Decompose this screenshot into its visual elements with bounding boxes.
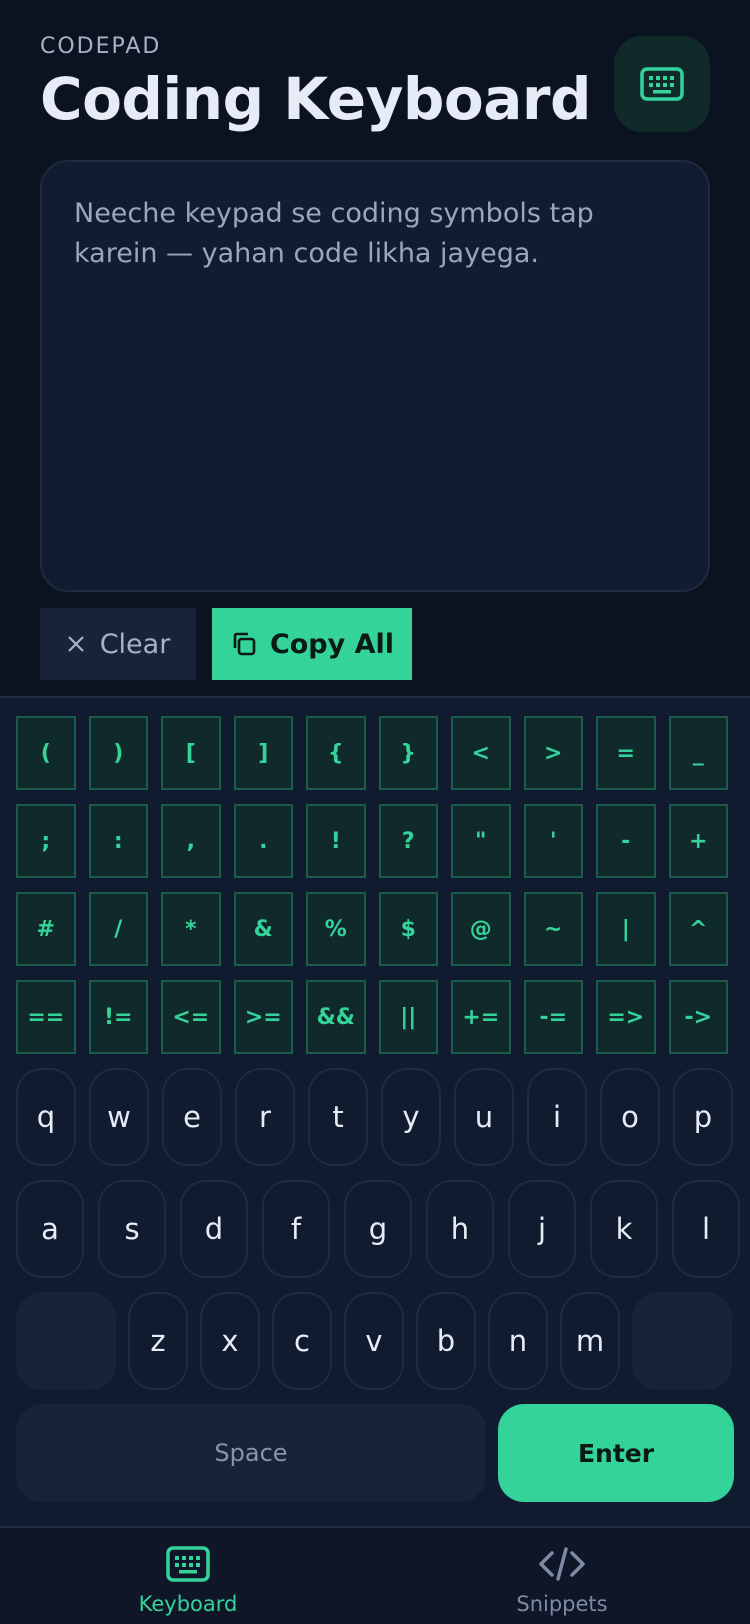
space-key[interactable]: Space xyxy=(16,1404,486,1502)
letter-key[interactable]: v xyxy=(344,1292,404,1390)
letter-key[interactable]: a xyxy=(16,1180,84,1278)
letter-key[interactable]: i xyxy=(527,1068,587,1166)
letter-key[interactable]: r xyxy=(235,1068,295,1166)
symbol-key[interactable]: " xyxy=(451,804,511,878)
symbol-key[interactable]: + xyxy=(668,804,728,878)
symbol-key[interactable]: < xyxy=(451,716,511,790)
backspace-key[interactable] xyxy=(632,1292,732,1390)
keyboard-icon xyxy=(166,1546,210,1582)
code-editor[interactable]: Neeche keypad se coding symbols tap kare… xyxy=(40,160,710,592)
clear-label: Clear xyxy=(99,628,171,660)
symbol-key[interactable]: - xyxy=(596,804,656,878)
letter-key[interactable]: o xyxy=(600,1068,660,1166)
letter-key[interactable]: b xyxy=(416,1292,476,1390)
symbol-key[interactable]: / xyxy=(88,892,148,966)
symbol-key[interactable]: $ xyxy=(378,892,438,966)
letter-key[interactable]: y xyxy=(381,1068,441,1166)
bottom-nav: Keyboard Snippets xyxy=(0,1526,750,1624)
symbol-key[interactable]: } xyxy=(378,716,438,790)
symbol-key[interactable]: ( xyxy=(16,716,76,790)
brand-label: CODEPAD xyxy=(40,34,162,59)
symbol-key[interactable]: ^ xyxy=(668,892,728,966)
symbol-key[interactable]: ! xyxy=(306,804,366,878)
symbol-key[interactable]: _ xyxy=(668,716,728,790)
symbol-key[interactable]: > xyxy=(523,716,583,790)
symbol-key[interactable]: = xyxy=(596,716,656,790)
letter-key[interactable]: g xyxy=(344,1180,412,1278)
symbol-key[interactable]: <= xyxy=(161,980,221,1054)
app: CODEPAD Coding Keyboard Neeche keypad se… xyxy=(0,0,750,1624)
letter-key[interactable]: f xyxy=(262,1180,330,1278)
letter-key[interactable]: w xyxy=(89,1068,149,1166)
symbol-key[interactable]: % xyxy=(306,892,366,966)
symbol-key[interactable]: && xyxy=(306,980,366,1054)
enter-key[interactable]: Enter xyxy=(498,1404,734,1502)
letter-key[interactable]: p xyxy=(673,1068,733,1166)
letter-key[interactable]: h xyxy=(426,1180,494,1278)
symbol-key[interactable]: @ xyxy=(451,892,511,966)
symbol-key[interactable]: ' xyxy=(523,804,583,878)
letter-row-3: z x c v b n m xyxy=(16,1292,732,1390)
nav-label-keyboard: Keyboard xyxy=(138,1592,238,1616)
symbol-key[interactable]: * xyxy=(161,892,221,966)
symbol-key[interactable]: -> xyxy=(668,980,728,1054)
letter-key[interactable]: e xyxy=(162,1068,222,1166)
symbol-key[interactable]: -= xyxy=(523,980,583,1054)
editor-placeholder: Neeche keypad se coding symbols tap kare… xyxy=(74,198,594,269)
symbol-key[interactable]: => xyxy=(596,980,656,1054)
symbol-key[interactable]: . xyxy=(233,804,293,878)
copy-all-button[interactable]: Copy All xyxy=(212,608,412,680)
symbol-key[interactable]: ] xyxy=(233,716,293,790)
letter-key[interactable]: t xyxy=(308,1068,368,1166)
symbol-key[interactable]: ? xyxy=(378,804,438,878)
code-icon xyxy=(539,1547,585,1581)
symbol-key[interactable]: >= xyxy=(233,980,293,1054)
letter-key[interactable]: c xyxy=(272,1292,332,1390)
symbol-key[interactable]: == xyxy=(16,980,76,1054)
letter-row-1: q w e r t y u i o p xyxy=(16,1068,733,1166)
symbol-row-2: ; : , . ! ? " ' - + xyxy=(16,804,734,878)
symbol-key[interactable]: != xyxy=(88,980,148,1054)
letter-row-2: a s d f g h j k l xyxy=(16,1180,740,1278)
symbol-key[interactable]: ~ xyxy=(523,892,583,966)
letter-key[interactable]: z xyxy=(128,1292,188,1390)
symbol-row-1: ( ) [ ] { } < > = _ xyxy=(16,716,734,790)
letter-key[interactable]: d xyxy=(180,1180,248,1278)
keyboard-toggle-button[interactable] xyxy=(614,36,710,132)
symbol-key[interactable]: & xyxy=(233,892,293,966)
copy-icon xyxy=(233,632,256,656)
letter-key[interactable]: q xyxy=(16,1068,76,1166)
clear-button[interactable]: Clear xyxy=(40,608,196,680)
nav-label-snippets: Snippets xyxy=(516,1592,608,1616)
letter-key[interactable]: l xyxy=(672,1180,740,1278)
symbol-key[interactable]: # xyxy=(16,892,76,966)
letter-key[interactable]: x xyxy=(200,1292,260,1390)
keyboard-panel: ( ) [ ] { } < > = _ ; : , . ! ? " ' - + … xyxy=(0,696,750,1526)
letter-key[interactable]: j xyxy=(508,1180,576,1278)
letter-key[interactable]: k xyxy=(590,1180,658,1278)
page-title: Coding Keyboard xyxy=(40,65,592,133)
letter-key[interactable]: u xyxy=(454,1068,514,1166)
symbol-row-3: # / * & % $ @ ~ | ^ xyxy=(16,892,734,966)
symbol-row-4: == != <= >= && || += -= => -> xyxy=(16,980,734,1054)
symbol-key[interactable]: : xyxy=(88,804,148,878)
nav-tab-snippets[interactable]: Snippets xyxy=(462,1546,662,1616)
copy-label: Copy All xyxy=(269,628,395,660)
header: CODEPAD Coding Keyboard xyxy=(40,34,592,133)
letter-key[interactable]: s xyxy=(98,1180,166,1278)
symbol-key[interactable]: += xyxy=(451,980,511,1054)
close-icon xyxy=(67,636,84,652)
symbol-key[interactable]: | xyxy=(596,892,656,966)
symbol-key[interactable]: ) xyxy=(88,716,148,790)
nav-tab-keyboard[interactable]: Keyboard xyxy=(88,1546,288,1616)
symbol-key[interactable]: { xyxy=(306,716,366,790)
shift-key[interactable] xyxy=(16,1292,116,1390)
symbol-key[interactable]: [ xyxy=(161,716,221,790)
symbol-key[interactable]: || xyxy=(378,980,438,1054)
symbol-key[interactable]: ; xyxy=(16,804,76,878)
symbol-key[interactable]: , xyxy=(161,804,221,878)
letter-key[interactable]: n xyxy=(488,1292,548,1390)
letter-key[interactable]: m xyxy=(560,1292,620,1390)
keyboard-icon xyxy=(640,67,684,101)
